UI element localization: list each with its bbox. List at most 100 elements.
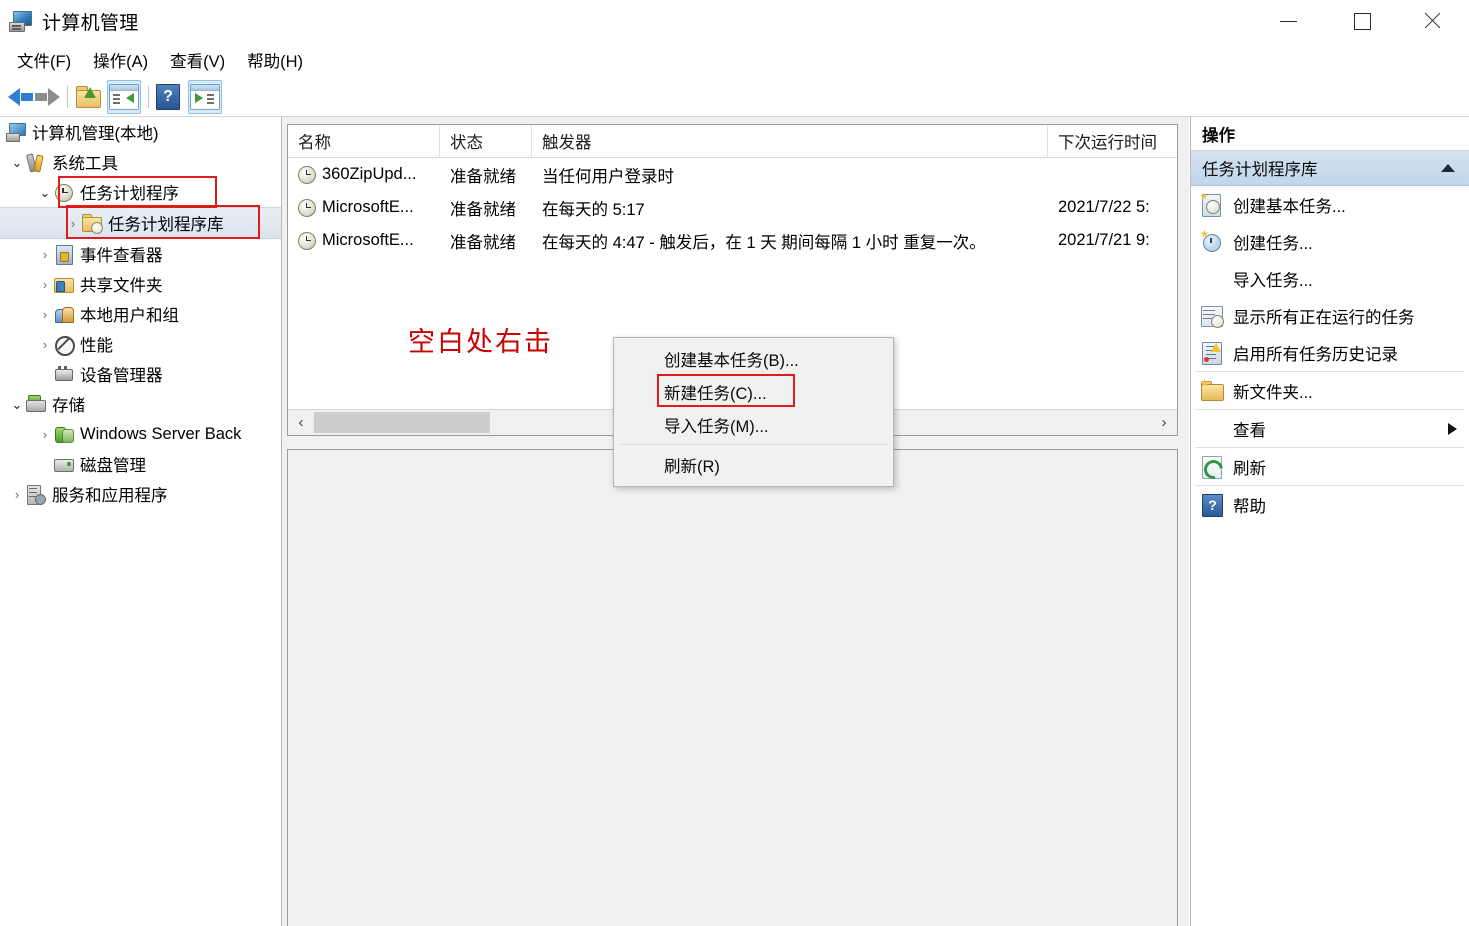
menu-view[interactable]: 查看(V) (161, 45, 234, 75)
tree-item-windows-server-backup[interactable]: › Windows Server Back (0, 419, 281, 449)
tree-item-disk-management[interactable]: 磁盘管理 (0, 449, 281, 479)
minimize-button[interactable] (1255, 0, 1321, 42)
task-name: MicrosoftE... (322, 198, 414, 216)
column-header-name[interactable]: 名称 (288, 125, 440, 157)
action-label: 刷新 (1233, 459, 1266, 478)
ctx-refresh[interactable]: 刷新(R) (614, 448, 893, 481)
tree-item-services-and-applications[interactable]: › 服务和应用程序 (0, 479, 281, 509)
task-clock-icon (298, 231, 316, 250)
chevron-right-icon[interactable]: › (36, 428, 54, 441)
back-button[interactable] (8, 82, 34, 112)
column-header-triggers[interactable]: 触发器 (532, 125, 1048, 157)
toolbar-separator-2 (148, 86, 149, 108)
ctx-import-task[interactable]: 导入任务(M)... (614, 408, 893, 441)
chevron-right-icon[interactable]: › (8, 488, 26, 501)
help-button[interactable]: ? (156, 82, 180, 112)
maximize-button[interactable] (1329, 0, 1395, 42)
action-enable-task-history[interactable]: 启用所有任务历史记录 (1191, 334, 1469, 371)
action-label: 创建任务... (1233, 234, 1313, 253)
chevron-right-icon[interactable]: › (64, 217, 82, 230)
chevron-right-icon[interactable]: › (36, 308, 54, 321)
chevron-down-icon[interactable]: ⌄ (36, 186, 54, 199)
menu-file[interactable]: 文件(F) (8, 45, 80, 75)
tree-item-shared-folders[interactable]: › 共享文件夹 (0, 269, 281, 299)
task-clock-icon (298, 198, 316, 217)
refresh-icon (1200, 455, 1227, 483)
ctx-create-basic-task[interactable]: 创建基本任务(B)... (614, 342, 893, 375)
scrollbar-thumb[interactable] (314, 411, 490, 433)
chevron-down-icon[interactable]: ⌄ (8, 398, 26, 411)
folder-clock-icon (82, 213, 103, 234)
action-label: 新文件夹... (1233, 383, 1313, 402)
tree-item-storage[interactable]: ⌄ 存储 (0, 389, 281, 419)
tree-item-system-tools[interactable]: ⌄ 系统工具 (0, 147, 281, 177)
up-folder-button[interactable] (75, 82, 101, 112)
tree-item-label: 性能 (80, 337, 113, 355)
table-row[interactable]: MicrosoftE... 准备就绪 在每天的 4:47 - 触发后，在 1 天… (288, 224, 1177, 257)
tree-item-label: 事件查看器 (80, 247, 163, 265)
tree-item-computer-management[interactable]: 计算机管理(本地) (0, 117, 281, 147)
menu-help[interactable]: 帮助(H) (238, 45, 312, 75)
storage-icon (26, 394, 46, 414)
task-name: 360ZipUpd... (322, 165, 417, 183)
action-view[interactable]: 查看 (1191, 410, 1469, 447)
ctx-create-task[interactable]: 新建任务(C)... (614, 375, 893, 408)
chevron-down-icon[interactable]: ⌄ (8, 156, 26, 169)
action-create-basic-task[interactable]: 创建基本任务... (1191, 186, 1469, 223)
action-new-folder[interactable]: 新文件夹... (1191, 372, 1469, 409)
performance-icon (54, 335, 75, 356)
forward-button[interactable] (34, 82, 60, 112)
users-icon (54, 305, 74, 324)
table-row[interactable]: 360ZipUpd... 准备就绪 当任何用户登录时 (288, 158, 1177, 191)
tree-item-task-scheduler[interactable]: ⌄ 任务计划程序 (0, 177, 281, 207)
chevron-right-icon[interactable]: › (36, 338, 54, 351)
scroll-left-arrow[interactable]: ‹ (288, 410, 314, 436)
action-help[interactable]: ? 帮助 (1191, 486, 1469, 523)
tree-item-label: 任务计划程序库 (108, 216, 224, 234)
actions-pane-title: 操作 (1191, 117, 1469, 151)
windows-server-backup-icon (54, 425, 74, 444)
show-hide-tree-button[interactable] (107, 80, 141, 114)
tree-item-label: 设备管理器 (80, 367, 163, 385)
tree-item-label: 磁盘管理 (80, 457, 146, 475)
task-history-icon (1200, 341, 1224, 365)
column-header-row: 名称 状态 触发器 下次运行时间 (288, 125, 1177, 158)
close-button[interactable] (1399, 0, 1465, 42)
tree-item-event-viewer[interactable]: › 事件查看器 (0, 239, 281, 269)
tree-item-performance[interactable]: › 性能 (0, 329, 281, 359)
chevron-right-icon[interactable]: › (36, 248, 54, 261)
right-pane-icon (190, 84, 220, 110)
action-import-task[interactable]: 导入任务... (1191, 260, 1469, 297)
scroll-right-arrow[interactable]: › (1151, 410, 1177, 436)
tree-item-task-scheduler-library[interactable]: › 任务计划程序库 (0, 207, 281, 239)
collapse-caret-icon[interactable] (1441, 164, 1455, 172)
new-task-icon (1200, 229, 1224, 254)
show-hide-actions-button[interactable] (188, 80, 222, 114)
services-icon (26, 484, 46, 505)
menu-action[interactable]: 操作(A) (84, 45, 157, 75)
toolbar-separator (67, 86, 68, 108)
action-label: 启用所有任务历史记录 (1233, 345, 1398, 364)
task-name: MicrosoftE... (322, 231, 414, 249)
column-header-status[interactable]: 状态 (440, 125, 532, 157)
tools-icon (25, 152, 46, 173)
clock-icon (54, 183, 74, 202)
help-icon: ? (156, 84, 180, 110)
actions-section-header[interactable]: 任务计划程序库 (1191, 151, 1469, 186)
column-header-next-run-time[interactable]: 下次运行时间 (1048, 125, 1177, 157)
chevron-right-icon[interactable]: › (36, 278, 54, 291)
tree-item-label: 存储 (52, 397, 85, 415)
action-create-task[interactable]: 创建任务... (1191, 223, 1469, 260)
title-bar: 计算机管理 (0, 0, 1469, 42)
tree-item-local-users-groups[interactable]: › 本地用户和组 (0, 299, 281, 329)
computer-icon (6, 122, 26, 142)
table-row[interactable]: MicrosoftE... 准备就绪 在每天的 5:17 2021/7/22 5… (288, 191, 1177, 224)
action-label: 显示所有正在运行的任务 (1233, 308, 1415, 327)
task-clock-icon (298, 165, 316, 184)
action-show-running-tasks[interactable]: 显示所有正在运行的任务 (1191, 297, 1469, 334)
task-next-run: 2021/7/22 5: (1058, 198, 1150, 216)
action-refresh[interactable]: 刷新 (1191, 448, 1469, 485)
tree-item-label: 共享文件夹 (80, 277, 163, 295)
forward-arrow-icon (34, 87, 60, 107)
tree-item-device-manager[interactable]: 设备管理器 (0, 359, 281, 389)
